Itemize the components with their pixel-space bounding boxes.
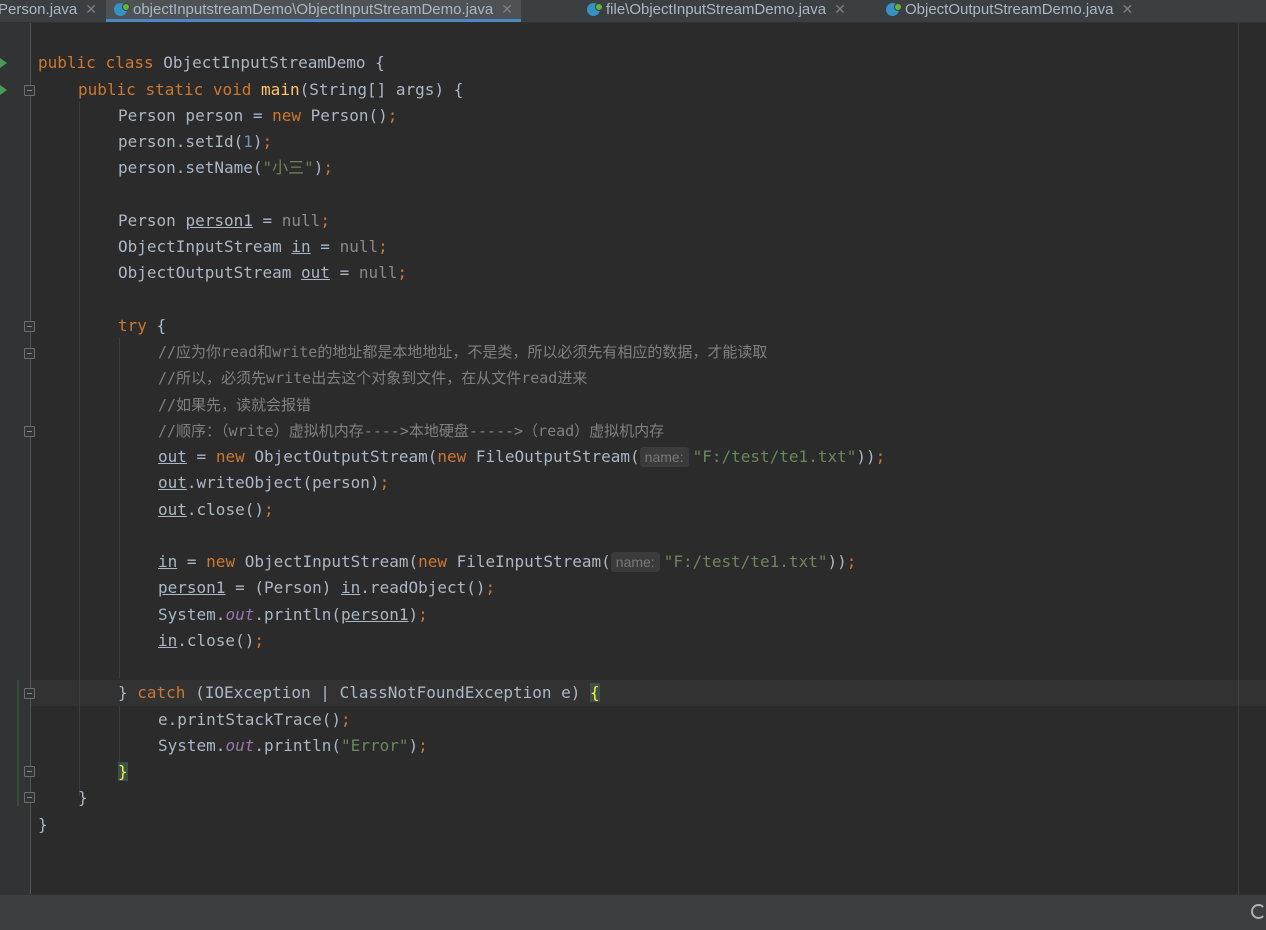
close-icon[interactable]: ✕ <box>1121 1 1133 17</box>
editor-gutter <box>0 23 35 894</box>
code-line: public static void main(String[] args) { <box>78 80 464 99</box>
code-line: } <box>78 788 88 807</box>
fold-icon[interactable] <box>24 348 35 359</box>
code-comment: //如果先，读就会报错 <box>158 396 312 414</box>
code-line: } <box>118 759 128 785</box>
tab-label: file\ObjectInputStreamDemo.java <box>606 1 827 18</box>
fold-icon[interactable] <box>24 426 35 437</box>
fold-icon[interactable] <box>24 688 35 699</box>
code-line: } <box>38 815 48 834</box>
code-line: out.writeObject(person); <box>158 473 390 492</box>
fold-icon[interactable] <box>24 321 35 332</box>
code-comment: //应为你read和write的地址都是本地地址，不是类，所以必须先有相应的数据… <box>158 343 768 361</box>
java-class-icon <box>114 3 130 16</box>
tab-person-java[interactable]: Person.java ✕ <box>0 0 97 22</box>
matched-brace: } <box>118 762 128 781</box>
close-icon[interactable]: ✕ <box>501 1 513 17</box>
code-line: person1 = (Person) in.readObject(); <box>158 578 496 597</box>
close-icon[interactable]: ✕ <box>85 1 97 17</box>
fold-icon[interactable] <box>24 85 35 96</box>
code-line: Person person1 = null; <box>118 211 330 230</box>
close-icon[interactable]: ✕ <box>834 1 846 17</box>
parameter-hint: name: <box>639 447 689 467</box>
status-bar <box>0 894 1266 930</box>
java-class-icon <box>886 3 902 16</box>
code-line: in.close(); <box>158 631 264 650</box>
code-line: in = new ObjectInputStream(new FileInput… <box>158 552 857 572</box>
matched-brace: { <box>590 683 600 702</box>
fold-icon[interactable] <box>24 766 35 777</box>
code-line: System.out.println("Error"); <box>158 736 428 755</box>
code-comment: //顺序：（write）虚拟机内存---->本地硬盘----->（read）虚拟… <box>158 422 665 440</box>
code-line: ObjectOutputStream out = null; <box>118 263 408 282</box>
indent-guide <box>119 338 120 678</box>
tab-objectoutputstreamdemo[interactable]: ObjectOutputStreamDemo.java ✕ <box>878 0 1141 22</box>
code-line: person.setId(1); <box>118 132 273 151</box>
tab-label: objectInputstreamDemo\ObjectInputStreamD… <box>133 1 494 18</box>
editor-tab-bar: Person.java ✕ objectInputstreamDemo\Objec… <box>0 0 1266 23</box>
parameter-hint: name: <box>610 552 660 572</box>
change-marker <box>17 680 19 806</box>
tab-label: ObjectOutputStreamDemo.java <box>905 1 1114 18</box>
code-line: try { <box>118 316 167 335</box>
code-line: public class ObjectInputStreamDemo { <box>38 53 385 72</box>
code-line: } catch (IOException | ClassNotFoundExce… <box>118 683 600 702</box>
code-line: person.setName("小三"); <box>118 158 334 177</box>
code-line: e.printStackTrace(); <box>158 710 351 729</box>
loading-icon <box>1251 904 1266 919</box>
fold-icon[interactable] <box>24 792 35 803</box>
code-line: System.out.println(person1); <box>158 605 428 624</box>
tab-file-objectinputstreamdemo[interactable]: file\ObjectInputStreamDemo.java ✕ <box>579 0 854 22</box>
code-line: out = new ObjectOutputStream(new FileOut… <box>158 447 886 467</box>
java-class-icon <box>587 3 603 16</box>
code-line: out.close(); <box>158 500 274 519</box>
right-margin-guide <box>1238 23 1239 894</box>
code-line: Person person = new Person(); <box>118 106 398 125</box>
code-comment: //所以，必须先write出去这个对象到文件，在从文件read进来 <box>158 369 588 387</box>
tab-objectinputstreamdemo-active[interactable]: objectInputstreamDemo\ObjectInputStreamD… <box>106 0 521 22</box>
indent-guide <box>79 102 80 796</box>
code-line: ObjectInputStream in = null; <box>118 237 388 256</box>
tab-label: Person.java <box>0 1 78 18</box>
run-main-icon[interactable] <box>0 85 7 95</box>
run-class-icon[interactable] <box>0 58 7 68</box>
